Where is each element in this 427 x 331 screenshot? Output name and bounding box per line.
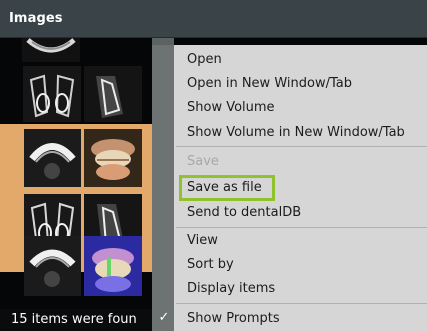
dental-scan-thumbnail[interactable] xyxy=(24,129,81,187)
menu-item-view[interactable]: View xyxy=(187,231,218,251)
thumbnail-row[interactable] xyxy=(0,236,152,308)
menu-item-show-prompts[interactable]: Show Prompts xyxy=(187,309,280,329)
menu-item-save-as-file[interactable]: Save as file xyxy=(187,178,262,198)
menu-item-sort-by[interactable]: Sort by xyxy=(187,255,234,275)
check-icon: ✓ xyxy=(158,310,170,325)
menu-separator xyxy=(176,303,427,304)
dental-scan-thumbnail[interactable] xyxy=(23,66,81,122)
thumbnail-row[interactable] xyxy=(0,38,152,122)
menu-item-show-volume-new-window-tab[interactable]: Show Volume in New Window/Tab xyxy=(187,123,405,143)
items-found-status: 15 items were foun xyxy=(11,312,137,327)
menu-separator xyxy=(176,227,427,228)
dental-scan-thumbnail[interactable] xyxy=(84,66,142,122)
menu-item-open[interactable]: Open xyxy=(187,50,222,70)
menu-item-display-items[interactable]: Display items xyxy=(187,279,275,299)
menu-separator xyxy=(176,146,427,147)
context-menu[interactable]: Open Open in New Window/Tab Show Volume … xyxy=(152,45,427,331)
dental-scan-thumbnail[interactable] xyxy=(24,236,81,296)
menu-item-show-volume[interactable]: Show Volume xyxy=(187,98,275,118)
dental-3d-render-thumbnail[interactable] xyxy=(84,129,142,187)
dental-3d-render-thumbnail[interactable] xyxy=(84,236,142,296)
menu-item-open-new-window-tab[interactable]: Open in New Window/Tab xyxy=(187,74,352,94)
status-bar: 15 items were foun xyxy=(0,309,152,331)
dental-scan-thumbnail[interactable] xyxy=(22,38,80,62)
menu-item-save: Save xyxy=(187,154,219,169)
images-panel-header: Images xyxy=(0,0,427,38)
panel-title: Images xyxy=(9,11,63,26)
menu-icon-gutter xyxy=(152,45,174,331)
menu-item-send-to-dentaldb[interactable]: Send to dentalDB xyxy=(187,203,301,223)
